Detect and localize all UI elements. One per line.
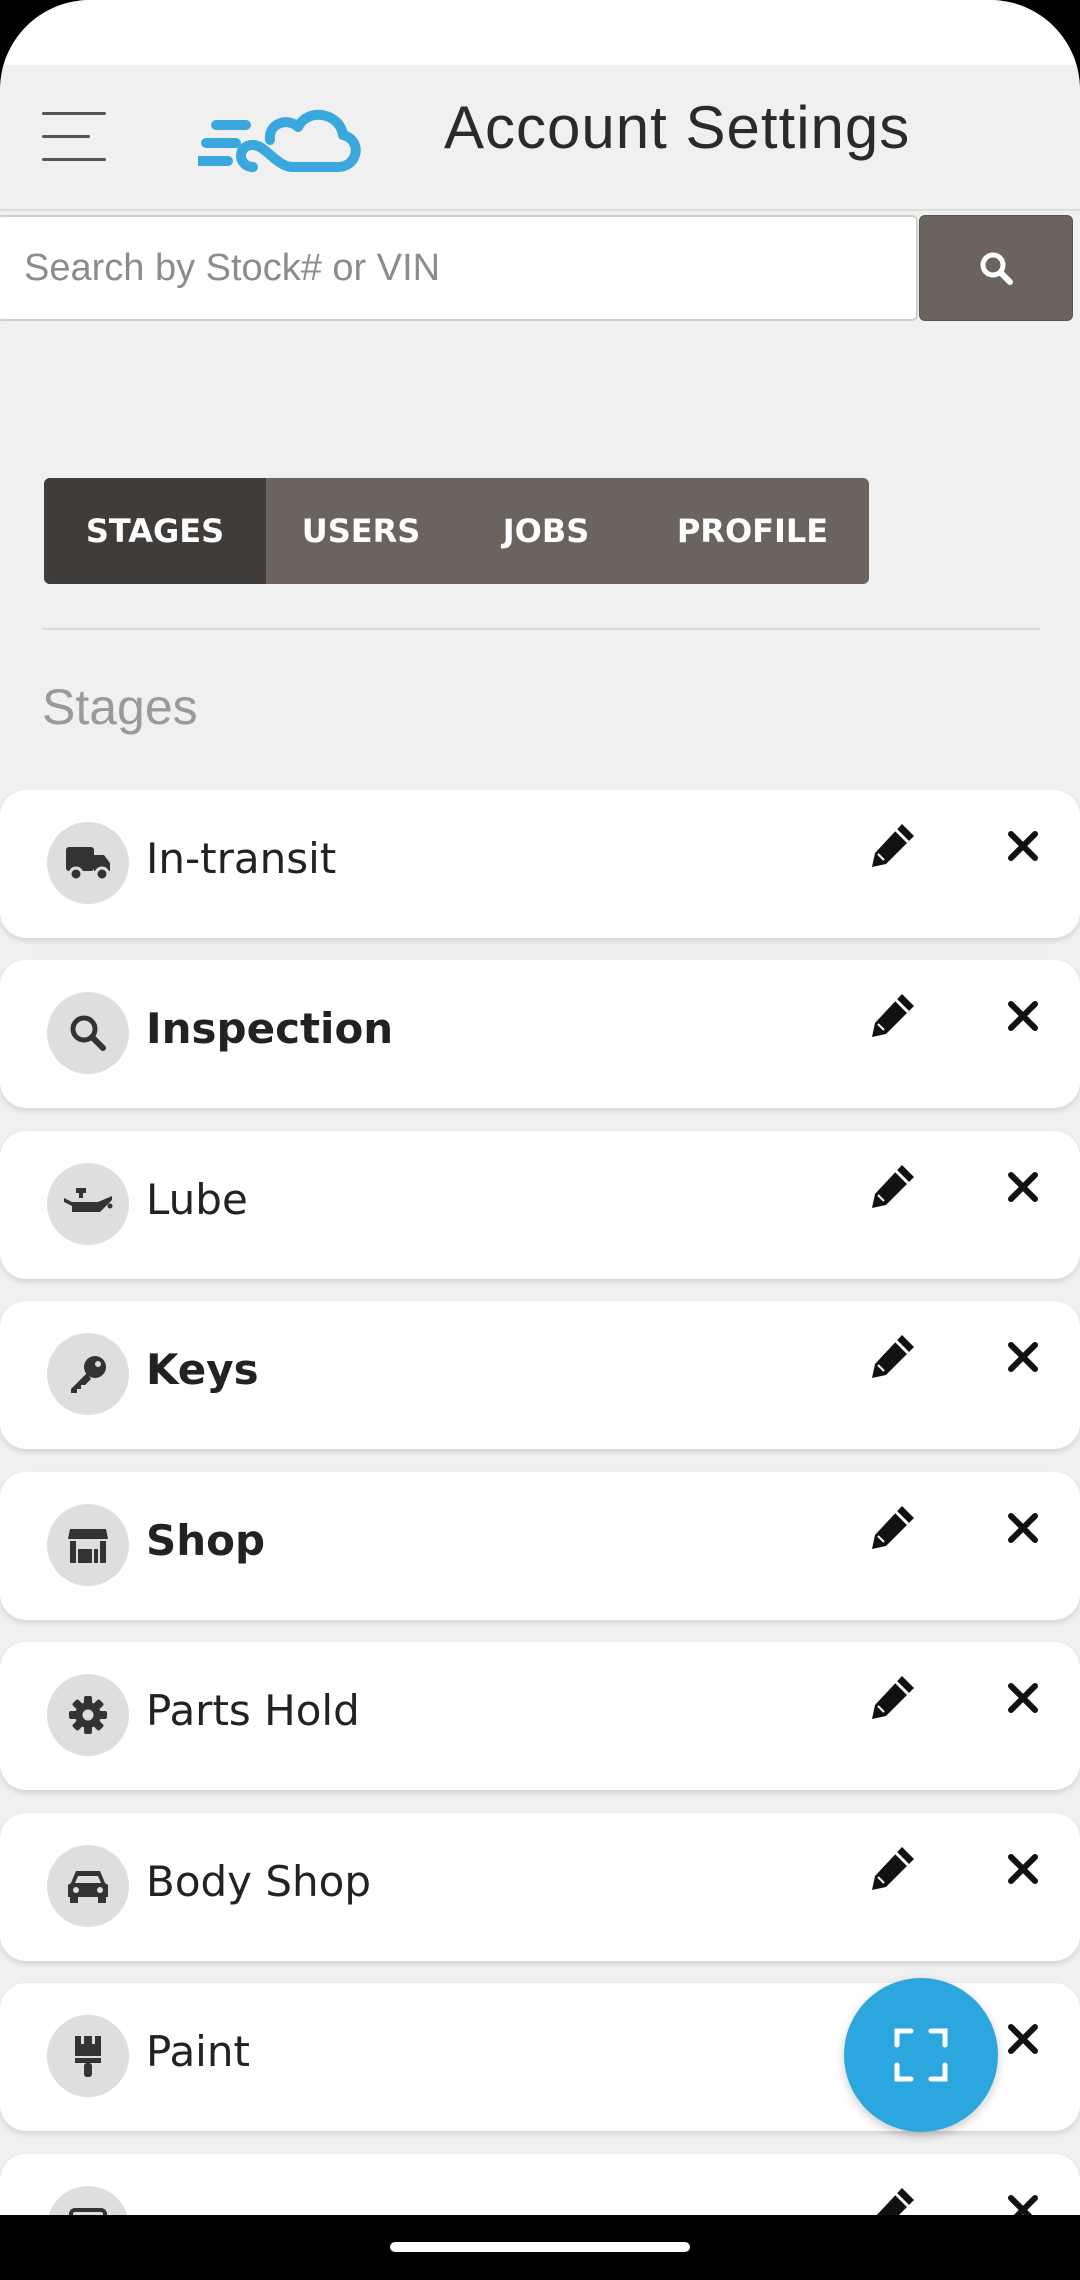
stage-name: Lube: [146, 1175, 248, 1224]
section-title: Stages: [42, 679, 198, 735]
edit-pencil-icon[interactable]: [868, 2184, 918, 2215]
delete-x-icon[interactable]: [1003, 1849, 1043, 1889]
settings-tabs: STAGES USERS JOBS PROFILE: [44, 478, 869, 584]
edit-pencil-icon[interactable]: [868, 990, 918, 1040]
delete-x-icon[interactable]: [1003, 1337, 1043, 1377]
delete-x-icon[interactable]: [1003, 996, 1043, 1036]
stage-name: In-transit: [146, 834, 337, 883]
search-button[interactable]: [919, 215, 1073, 321]
delete-x-icon[interactable]: [1003, 826, 1043, 866]
stage-row-lube[interactable]: Lube: [0, 1131, 1080, 1279]
tab-users[interactable]: USERS: [266, 478, 456, 584]
delete-x-icon[interactable]: [1003, 1678, 1043, 1718]
status-bar: [0, 0, 1080, 65]
scan-button[interactable]: [844, 1978, 998, 2132]
tab-profile[interactable]: PROFILE: [636, 478, 869, 584]
edit-pencil-icon[interactable]: [868, 1331, 918, 1381]
edit-pencil-icon[interactable]: [868, 1161, 918, 1211]
tab-jobs[interactable]: JOBS: [456, 478, 636, 584]
stage-row-shop[interactable]: Shop: [0, 1472, 1080, 1620]
edit-pencil-icon[interactable]: [868, 1843, 918, 1893]
stage-row-inspection[interactable]: Inspection: [0, 960, 1080, 1108]
truck-icon: [47, 822, 129, 904]
key-icon: [47, 1333, 129, 1415]
stage-row-in-transit[interactable]: In-transit: [0, 790, 1080, 938]
edit-pencil-icon[interactable]: [868, 1502, 918, 1552]
stage-name: Keys: [146, 1345, 259, 1394]
stage-name: Inspection: [146, 1004, 394, 1053]
stage-row-partial[interactable]: [0, 2154, 1080, 2215]
stage-row-keys[interactable]: Keys: [0, 1301, 1080, 1449]
stage-name: Body Shop: [146, 1857, 372, 1906]
store-icon: [47, 1504, 129, 1586]
stage-row-body-shop[interactable]: Body Shop: [0, 1813, 1080, 1961]
app-header: Account Settings: [0, 65, 1080, 211]
stage-row-parts-hold[interactable]: Parts Hold: [0, 1642, 1080, 1790]
scan-frame-icon: [894, 2028, 948, 2082]
oil-can-icon: [47, 1163, 129, 1245]
hamburger-menu-icon[interactable]: [42, 112, 106, 162]
app-screen: Account Settings STAGES USERS JOBS PROFI…: [0, 0, 1080, 2215]
page-title: Account Settings: [444, 94, 911, 161]
stage-name: Paint: [146, 2027, 250, 2076]
search-input[interactable]: [0, 215, 918, 321]
car-icon: [47, 1845, 129, 1927]
edit-pencil-icon[interactable]: [868, 1672, 918, 1722]
gear-icon: [47, 1674, 129, 1756]
edit-pencil-icon[interactable]: [868, 820, 918, 870]
delete-x-icon[interactable]: [1003, 2019, 1043, 2059]
tab-stages[interactable]: STAGES: [44, 478, 266, 584]
stage-name: Shop: [146, 1516, 266, 1565]
delete-x-icon[interactable]: [1003, 1167, 1043, 1207]
delete-x-icon[interactable]: [1003, 2190, 1043, 2215]
search-icon: [980, 252, 1013, 285]
magnifier-icon: [47, 992, 129, 1074]
delete-x-icon[interactable]: [1003, 1508, 1043, 1548]
home-indicator[interactable]: [390, 2242, 690, 2252]
stage-name: Parts Hold: [146, 1686, 360, 1735]
cloud-speed-logo: [198, 109, 361, 172]
grid-icon: [47, 2186, 129, 2215]
paint-brush-icon: [47, 2015, 129, 2097]
section-divider: [42, 628, 1040, 630]
